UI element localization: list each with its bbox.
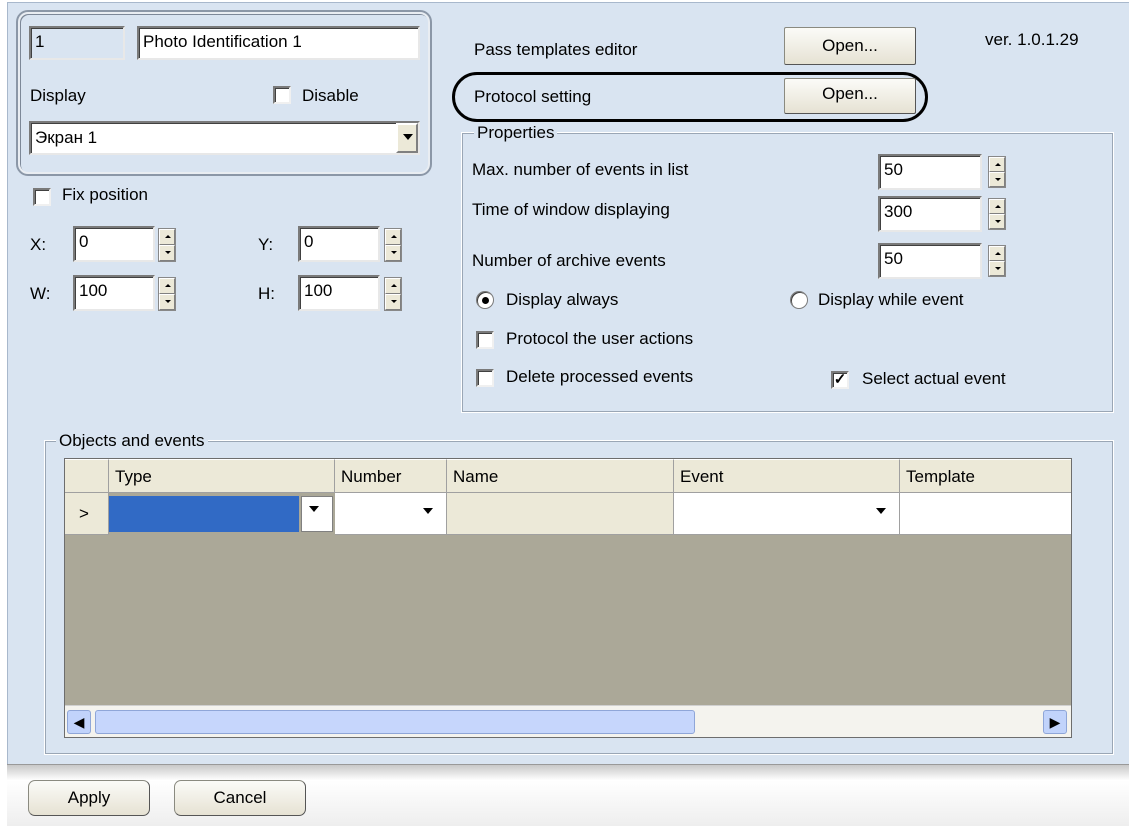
column-header-event[interactable]: Event [674, 459, 900, 493]
spin-down-icon[interactable] [385, 245, 401, 261]
grid-corner [65, 459, 109, 493]
objects-grid[interactable]: Type Number Name Event Template > ◀ ▶ [64, 458, 1072, 738]
spin-down-icon[interactable] [989, 261, 1005, 276]
column-header-number[interactable]: Number [335, 459, 447, 493]
select-actual-label: Select actual event [862, 369, 1006, 388]
spin-down-icon[interactable] [989, 172, 1005, 187]
delete-processed-label: Delete processed events [506, 367, 694, 386]
archive-events-label: Number of archive events [472, 251, 666, 270]
y-spinner[interactable] [384, 228, 402, 262]
display-while-radio[interactable] [790, 291, 808, 309]
type-dropdown[interactable] [301, 496, 333, 532]
chevron-down-icon[interactable] [871, 499, 899, 528]
display-always-label: Display always [506, 290, 619, 309]
object-id-field[interactable]: 1 [29, 26, 125, 60]
archive-events-field[interactable]: 50 [878, 243, 982, 279]
max-events-label: Max. number of events in list [472, 160, 689, 179]
spin-up-icon[interactable] [385, 229, 401, 245]
pass-templates-open-button[interactable]: Open... [784, 27, 916, 65]
display-always-radio[interactable] [476, 291, 494, 309]
version-label: ver. 1.0.1.29 [985, 30, 1079, 49]
object-name-field[interactable]: Photo Identification 1 [137, 26, 420, 60]
delete-processed-checkbox[interactable] [476, 369, 494, 387]
chevron-down-icon[interactable] [418, 499, 446, 528]
h-label: H: [258, 284, 275, 303]
spin-down-icon[interactable] [385, 294, 401, 310]
row-indicator: > [65, 493, 109, 535]
column-header-type[interactable]: Type [109, 459, 335, 493]
properties-group-label: Properties [474, 124, 558, 142]
max-events-spinner[interactable] [988, 156, 1006, 188]
chevron-down-icon[interactable] [396, 123, 418, 153]
spin-up-icon[interactable] [989, 199, 1005, 214]
name-cell [447, 493, 674, 535]
objects-group-label: Objects and events [56, 432, 208, 450]
screen-select-value: Экран 1 [35, 128, 98, 147]
fix-position-checkbox[interactable] [33, 188, 51, 206]
protocol-setting-open-button[interactable]: Open... [784, 78, 916, 114]
time-window-label: Time of window displaying [472, 200, 670, 219]
w-field[interactable]: 100 [73, 275, 155, 311]
type-cell[interactable] [109, 496, 299, 532]
x-field[interactable]: 0 [73, 226, 155, 262]
y-field[interactable]: 0 [298, 226, 380, 262]
protocol-setting-label: Protocol setting [474, 87, 592, 106]
spin-up-icon[interactable] [989, 157, 1005, 172]
display-while-label: Display while event [818, 290, 964, 309]
horizontal-scrollbar[interactable]: ◀ ▶ [65, 705, 1071, 737]
display-label: Display [30, 86, 86, 105]
scroll-thumb[interactable] [95, 710, 695, 734]
y-label: Y: [258, 235, 274, 254]
protocol-actions-label: Protocol the user actions [506, 329, 694, 348]
select-actual-checkbox[interactable]: ✓ [831, 371, 849, 389]
spin-down-icon[interactable] [989, 214, 1005, 229]
number-cell[interactable] [335, 493, 447, 535]
w-spinner[interactable] [158, 277, 176, 311]
template-cell[interactable] [900, 493, 1071, 535]
cancel-button[interactable]: Cancel [174, 780, 306, 816]
x-label: X: [30, 235, 47, 254]
spin-down-icon[interactable] [159, 245, 175, 261]
protocol-actions-checkbox[interactable] [476, 331, 494, 349]
scroll-left-button[interactable]: ◀ [67, 710, 91, 734]
spin-up-icon[interactable] [385, 278, 401, 294]
apply-button[interactable]: Apply [28, 780, 150, 816]
spin-up-icon[interactable] [159, 229, 175, 245]
spin-down-icon[interactable] [159, 294, 175, 310]
h-field[interactable]: 100 [298, 275, 380, 311]
time-window-spinner[interactable] [988, 198, 1006, 230]
chevron-down-icon[interactable] [304, 497, 332, 531]
event-cell[interactable] [674, 493, 900, 535]
table-row[interactable]: > [65, 493, 1071, 535]
pass-templates-label: Pass templates editor [474, 40, 638, 59]
screen-select[interactable]: Экран 1 [29, 121, 420, 155]
disable-label: Disable [302, 86, 359, 105]
h-spinner[interactable] [384, 277, 402, 311]
archive-events-spinner[interactable] [988, 245, 1006, 277]
spin-up-icon[interactable] [989, 246, 1005, 261]
time-window-field[interactable]: 300 [878, 196, 982, 232]
fix-position-label: Fix position [62, 185, 148, 204]
column-header-template[interactable]: Template [900, 459, 1071, 493]
max-events-field[interactable]: 50 [878, 154, 982, 190]
spin-up-icon[interactable] [159, 278, 175, 294]
disable-checkbox[interactable] [273, 86, 291, 104]
w-label: W: [30, 284, 51, 303]
x-spinner[interactable] [158, 228, 176, 262]
column-header-name[interactable]: Name [447, 459, 674, 493]
scroll-right-button[interactable]: ▶ [1043, 710, 1067, 734]
